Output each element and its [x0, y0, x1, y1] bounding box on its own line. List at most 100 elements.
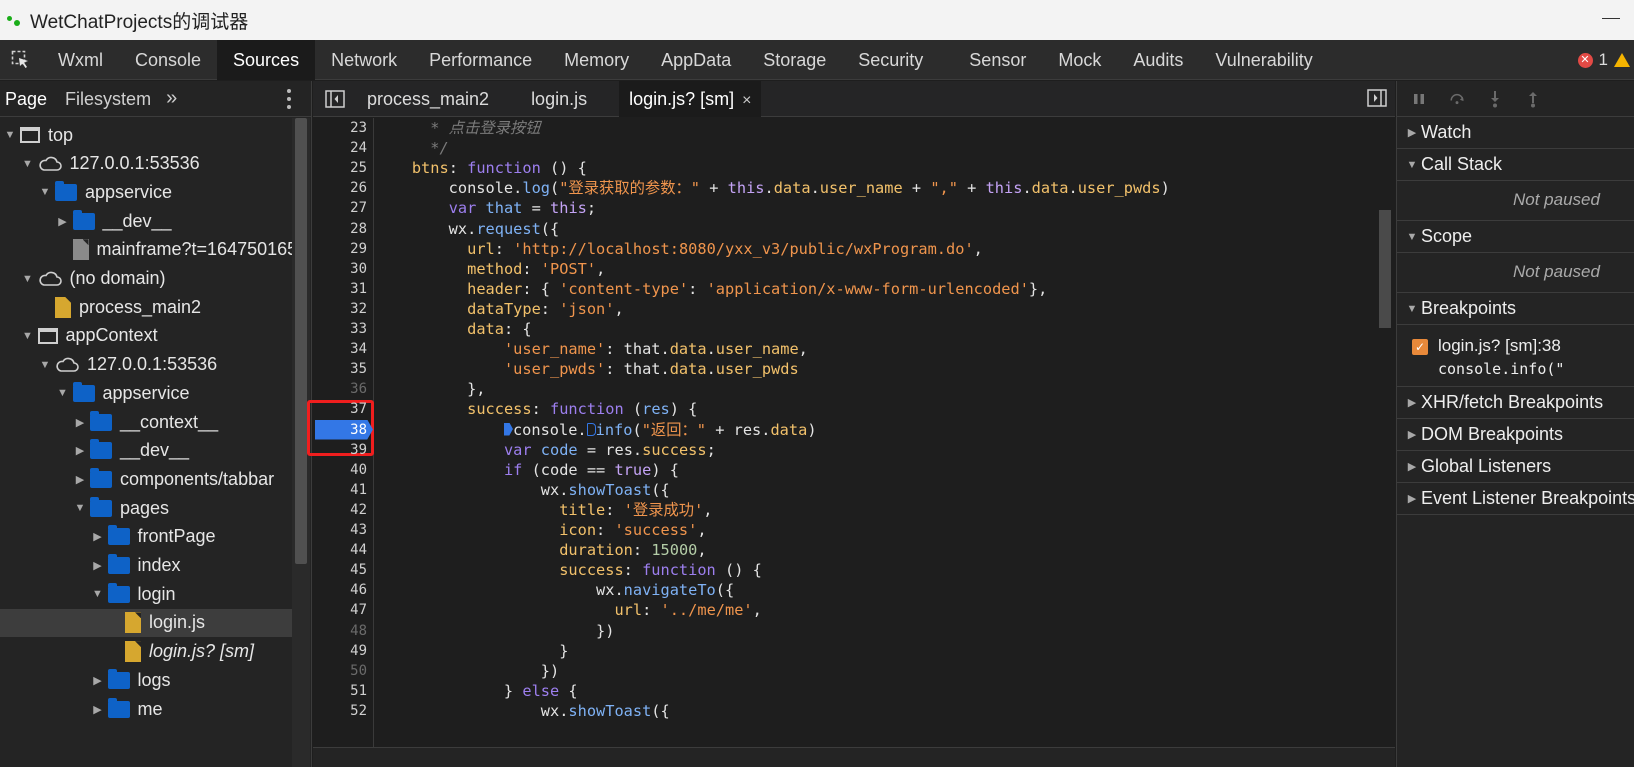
- section-watch[interactable]: ▶ Watch: [1397, 117, 1634, 149]
- tree-item[interactable]: process_main2: [0, 293, 292, 321]
- line-number[interactable]: 32: [309, 299, 367, 319]
- line-number[interactable]: 52: [309, 701, 367, 721]
- tree-item[interactable]: ▶ __dev__: [0, 207, 292, 235]
- chevron-right-icon[interactable]: ▶: [90, 558, 106, 574]
- chevron-down-icon[interactable]: ▼: [37, 357, 53, 373]
- tree-item[interactable]: ▶ components/tabbar: [0, 465, 292, 493]
- line-number[interactable]: 36: [309, 379, 367, 399]
- chevron-right-icon[interactable]: ▶: [72, 414, 88, 430]
- tab-security[interactable]: Security: [842, 40, 939, 80]
- line-number[interactable]: 39: [309, 440, 367, 460]
- toggle-navigator-button[interactable]: [313, 81, 357, 117]
- editor-scrollbar[interactable]: [1375, 118, 1395, 767]
- tree-item[interactable]: ▶ frontPage: [0, 523, 292, 551]
- editor-tab[interactable]: process_main2: [357, 81, 499, 117]
- section-breakpoints[interactable]: ▼ Breakpoints: [1397, 293, 1634, 325]
- line-number[interactable]: 43: [309, 520, 367, 540]
- chevron-right-icon[interactable]: ▶: [55, 213, 71, 229]
- tab-audits[interactable]: Audits: [1117, 40, 1199, 80]
- tab-network[interactable]: Network: [315, 40, 413, 80]
- step-over-button[interactable]: [1449, 91, 1465, 107]
- section-global-listeners[interactable]: ▶ Global Listeners: [1397, 451, 1634, 483]
- close-tab-icon[interactable]: ×: [742, 92, 751, 109]
- tab-vulnerability[interactable]: Vulnerability: [1199, 40, 1328, 80]
- chevron-down-icon[interactable]: ▼: [37, 184, 53, 200]
- tree-item[interactable]: ▼ pages: [0, 494, 292, 522]
- tree-item[interactable]: ▼ appservice: [0, 379, 292, 407]
- tree-item[interactable]: ▶ me: [0, 695, 292, 723]
- section-event-listener-breakpoints[interactable]: ▶ Event Listener Breakpoints: [1397, 483, 1634, 515]
- step-out-button[interactable]: [1525, 91, 1541, 107]
- line-number[interactable]: 51: [309, 681, 367, 701]
- line-number[interactable]: 37: [309, 399, 367, 419]
- step-into-button[interactable]: [1487, 90, 1503, 107]
- line-number[interactable]: 23: [309, 118, 367, 138]
- line-number[interactable]: 33: [309, 319, 367, 339]
- line-number-gutter[interactable]: 23 24 25 26 27 28 29 30 31 32 33 34 35 36 37 38 39 40 41 42…: [307, 118, 374, 767]
- tree-item[interactable]: ▼ (no domain): [0, 265, 292, 293]
- chevron-right-icon[interactable]: ▶: [90, 672, 106, 688]
- inspect-element-button[interactable]: [0, 40, 42, 80]
- line-number[interactable]: 44: [309, 540, 367, 560]
- line-number[interactable]: 40: [309, 460, 367, 480]
- tree-item[interactable]: ▼ login: [0, 580, 292, 608]
- breakpoint-line-number[interactable]: 38: [315, 419, 373, 440]
- chevron-right-icon[interactable]: ▶: [90, 529, 106, 545]
- tree-item[interactable]: ▶ __dev__: [0, 437, 292, 465]
- tab-sensor[interactable]: Sensor: [953, 40, 1042, 80]
- error-counter[interactable]: ✕ 1: [1577, 40, 1634, 80]
- section-dom-breakpoints[interactable]: ▶ DOM Breakpoints: [1397, 419, 1634, 451]
- tree-item[interactable]: ▶ __context__: [0, 408, 292, 436]
- tree-item[interactable]: ▼ top: [0, 121, 292, 149]
- tree-item[interactable]: ▼ appContext: [0, 322, 292, 350]
- tab-filesystem[interactable]: Filesystem: [60, 81, 156, 117]
- line-number[interactable]: 24: [309, 138, 367, 158]
- section-scope[interactable]: ▼ Scope: [1397, 221, 1634, 253]
- chevron-down-icon[interactable]: ▼: [20, 271, 36, 287]
- tree-item[interactable]: login.js? [sm]: [0, 638, 292, 666]
- line-number[interactable]: 25: [309, 158, 367, 178]
- line-number[interactable]: 49: [309, 641, 367, 661]
- inline-breakpoint-marker-icon[interactable]: [586, 422, 596, 436]
- editor-tab[interactable]: login.js? [sm] ×: [619, 80, 762, 117]
- tree-item[interactable]: ▼ 127.0.0.1:53536: [0, 351, 292, 379]
- tree-item[interactable]: ▼ appservice: [0, 178, 292, 206]
- line-number[interactable]: 42: [309, 500, 367, 520]
- chevron-down-icon[interactable]: ▼: [20, 328, 36, 344]
- tree-item[interactable]: ▼ 127.0.0.1:53536: [0, 150, 292, 178]
- code-content[interactable]: * 点击登录按钮 */ btns: function () { console.…: [375, 118, 1373, 767]
- tab-console[interactable]: Console: [119, 40, 217, 80]
- breakpoint-checkbox[interactable]: ✓: [1412, 339, 1428, 355]
- tree-item[interactable]: ▶ logs: [0, 666, 292, 694]
- chevron-down-icon[interactable]: ▼: [90, 586, 106, 602]
- line-number[interactable]: 46: [309, 580, 367, 600]
- line-number[interactable]: 31: [309, 279, 367, 299]
- tree-item[interactable]: mainframe?t=1647501654: [0, 236, 307, 264]
- line-number[interactable]: 34: [309, 339, 367, 359]
- tree-item[interactable]: login.js: [0, 608, 292, 637]
- chevron-down-icon[interactable]: ▼: [72, 500, 88, 516]
- chevron-right-icon[interactable]: ▶: [72, 471, 88, 487]
- chevron-right-icon[interactable]: ▶: [72, 443, 88, 459]
- tab-storage[interactable]: Storage: [747, 40, 842, 80]
- line-number[interactable]: 41: [309, 480, 367, 500]
- line-number[interactable]: 28: [309, 219, 367, 239]
- line-number[interactable]: 48: [309, 621, 367, 641]
- line-number[interactable]: 26: [309, 178, 367, 198]
- line-number[interactable]: 30: [309, 259, 367, 279]
- tab-page[interactable]: Page: [0, 81, 52, 117]
- tab-memory[interactable]: Memory: [548, 40, 645, 80]
- chevron-right-icon[interactable]: ▶: [90, 701, 106, 717]
- line-number[interactable]: 50: [309, 661, 367, 681]
- pause-button[interactable]: [1411, 91, 1427, 107]
- chevron-down-icon[interactable]: ▼: [55, 385, 71, 401]
- tab-performance[interactable]: Performance: [413, 40, 548, 80]
- line-number[interactable]: 47: [309, 600, 367, 620]
- tab-mock[interactable]: Mock: [1042, 40, 1117, 80]
- section-call-stack[interactable]: ▼ Call Stack: [1397, 149, 1634, 181]
- tab-sources[interactable]: Sources: [217, 39, 316, 80]
- chevron-down-icon[interactable]: ▼: [2, 127, 18, 143]
- minimize-button[interactable]: [1602, 18, 1620, 19]
- kebab-menu-icon[interactable]: [287, 89, 291, 109]
- line-number[interactable]: 35: [309, 359, 367, 379]
